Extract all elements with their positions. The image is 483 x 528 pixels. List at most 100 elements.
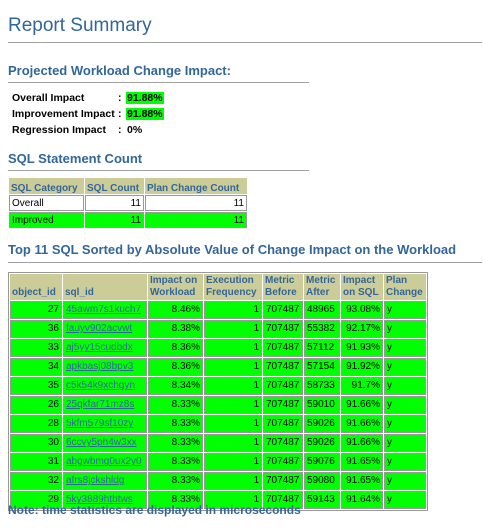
impact-sql-cell: 91.66%: [341, 415, 383, 433]
execution-frequency-cell: 1: [204, 339, 262, 357]
execution-frequency-cell: 1: [204, 396, 262, 414]
impact-sql-cell: 91.65%: [341, 472, 383, 490]
plan-change-cell: y: [384, 472, 426, 490]
sql-id-link[interactable]: aj5yy15cudbdx: [66, 342, 133, 353]
column-header: SQL Category: [9, 178, 84, 194]
column-header-execution-frequency: Execution Frequency: [204, 274, 262, 300]
impact-sql-cell: 91.92%: [341, 358, 383, 376]
impact-row-improvement: Improvement Impact : 91.88%: [11, 106, 165, 122]
impact-workload-cell: 8.33%: [148, 396, 203, 414]
workload-impact-table: Overall Impact : 91.88% Improvement Impa…: [11, 90, 165, 138]
execution-frequency-cell: 1: [204, 358, 262, 376]
sql-count-cell: 11: [85, 212, 144, 228]
table-header-row: object_id sql_id Impact on Workload Execu…: [10, 274, 426, 300]
object-id-cell: 30: [10, 434, 62, 452]
metric-after-cell: 55382: [304, 320, 340, 338]
metric-before-cell: 707487: [263, 434, 303, 452]
column-header-metric-after: Metric After: [304, 274, 340, 300]
table-row: 28 5kfm579sf10zy 8.33% 1 707487 59026 91.66% y: [10, 415, 426, 433]
plan-change-cell: y: [384, 358, 426, 376]
object-id-cell: 32: [10, 472, 62, 490]
sql-id-link[interactable]: fauyv902acvwt: [66, 323, 132, 334]
sql-id-link[interactable]: 6ccvy5ph4w3xx: [66, 437, 137, 448]
impact-value: 91.88%: [126, 92, 164, 104]
column-header: SQL Count: [85, 178, 144, 194]
workload-impact-divider: [8, 82, 309, 83]
table-header-row: SQL Category SQL Count Plan Change Count: [9, 178, 247, 194]
impact-sql-cell: 91.7%: [341, 377, 383, 395]
table-row: 31 abgwbmg0ux2y0 8.33% 1 707487 59076 91.65% y: [10, 453, 426, 471]
impact-label: Overall Impact: [12, 92, 85, 104]
table-row: 36 fauyv902acvwt 8.38% 1 707487 55382 92.17% y: [10, 320, 426, 338]
report-title: Report Summary: [8, 15, 152, 36]
sql-count-divider: [8, 170, 309, 171]
top-sql-divider: [8, 262, 482, 263]
metric-before-cell: 707487: [263, 377, 303, 395]
impact-row-overall: Overall Impact : 91.88%: [11, 90, 165, 106]
impact-separator: :: [118, 124, 122, 136]
top-sql-table: object_id sql_id Impact on Workload Execu…: [8, 272, 428, 511]
metric-after-cell: 59026: [304, 434, 340, 452]
impact-sql-cell: 91.66%: [341, 396, 383, 414]
metric-after-cell: 59010: [304, 396, 340, 414]
workload-impact-heading: Projected Workload Change Impact:: [8, 63, 231, 78]
execution-frequency-cell: 1: [204, 415, 262, 433]
column-header-metric-before: Metric Before: [263, 274, 303, 300]
metric-after-cell: 57112: [304, 339, 340, 357]
table-row: 32 afrs8jckshldg 8.33% 1 707487 59080 91.65% y: [10, 472, 426, 490]
sql-id-link[interactable]: afrs8jckshldg: [66, 475, 124, 486]
sql-id-link[interactable]: apkbasj08bpv3: [66, 361, 133, 372]
execution-frequency-cell: 1: [204, 434, 262, 452]
sql-id-link[interactable]: 45awm7s1kuch7: [66, 304, 141, 315]
metric-before-cell: 707487: [263, 396, 303, 414]
plan-change-cell: y: [384, 491, 426, 509]
sql-id-link[interactable]: 5kfm579sf10zy: [66, 418, 133, 429]
sql-id-link[interactable]: abgwbmg0ux2y0: [66, 456, 142, 467]
impact-workload-cell: 8.33%: [148, 415, 203, 433]
impact-workload-cell: 8.33%: [148, 453, 203, 471]
footer-note: Note: time statistics are displayed in m…: [8, 503, 301, 517]
metric-after-cell: 59143: [304, 491, 340, 509]
object-id-cell: 34: [10, 358, 62, 376]
column-header-sql-id: sql_id: [63, 274, 147, 300]
metric-before-cell: 707487: [263, 301, 303, 319]
execution-frequency-cell: 1: [204, 301, 262, 319]
metric-before-cell: 707487: [263, 358, 303, 376]
execution-frequency-cell: 1: [204, 377, 262, 395]
metric-after-cell: 59026: [304, 415, 340, 433]
metric-after-cell: 48965: [304, 301, 340, 319]
execution-frequency-cell: 1: [204, 320, 262, 338]
sql-id-link[interactable]: c5k54k9xchgyn: [66, 380, 135, 391]
impact-label: Improvement Impact: [12, 108, 115, 120]
execution-frequency-cell: 1: [204, 472, 262, 490]
table-row: 26 25qkfar71mz8s 8.33% 1 707487 59010 91.66% y: [10, 396, 426, 414]
top-sql-heading: Top 11 SQL Sorted by Absolute Value of C…: [8, 242, 457, 257]
metric-before-cell: 707487: [263, 339, 303, 357]
metric-before-cell: 707487: [263, 472, 303, 490]
impact-workload-cell: 8.33%: [148, 434, 203, 452]
column-header-impact-workload: Impact on Workload: [148, 274, 203, 300]
impact-sql-cell: 92.17%: [341, 320, 383, 338]
metric-after-cell: 57154: [304, 358, 340, 376]
sql-count-table: SQL Category SQL Count Plan Change Count…: [8, 177, 248, 229]
impact-value: 91.88%: [126, 108, 164, 120]
sql-category-cell: Improved: [9, 212, 84, 228]
sql-id-link[interactable]: 25qkfar71mz8s: [66, 399, 134, 410]
impact-label: Regression Impact: [12, 124, 106, 136]
object-id-cell: 33: [10, 339, 62, 357]
impact-sql-cell: 91.64%: [341, 491, 383, 509]
table-row: Overall 11 11: [9, 195, 247, 211]
plan-change-cell: y: [384, 415, 426, 433]
plan-change-count-cell: 11: [145, 195, 247, 211]
table-row: 27 45awm7s1kuch7 8.46% 1 707487 48965 93.08% y: [10, 301, 426, 319]
object-id-cell: 36: [10, 320, 62, 338]
impact-workload-cell: 8.34%: [148, 377, 203, 395]
metric-after-cell: 58733: [304, 377, 340, 395]
impact-workload-cell: 8.36%: [148, 358, 203, 376]
impact-workload-cell: 8.36%: [148, 339, 203, 357]
impact-sql-cell: 93.08%: [341, 301, 383, 319]
plan-change-count-cell: 11: [145, 212, 247, 228]
plan-change-cell: y: [384, 434, 426, 452]
object-id-cell: 35: [10, 377, 62, 395]
table-row: 33 aj5yy15cudbdx 8.36% 1 707487 57112 91.93% y: [10, 339, 426, 357]
